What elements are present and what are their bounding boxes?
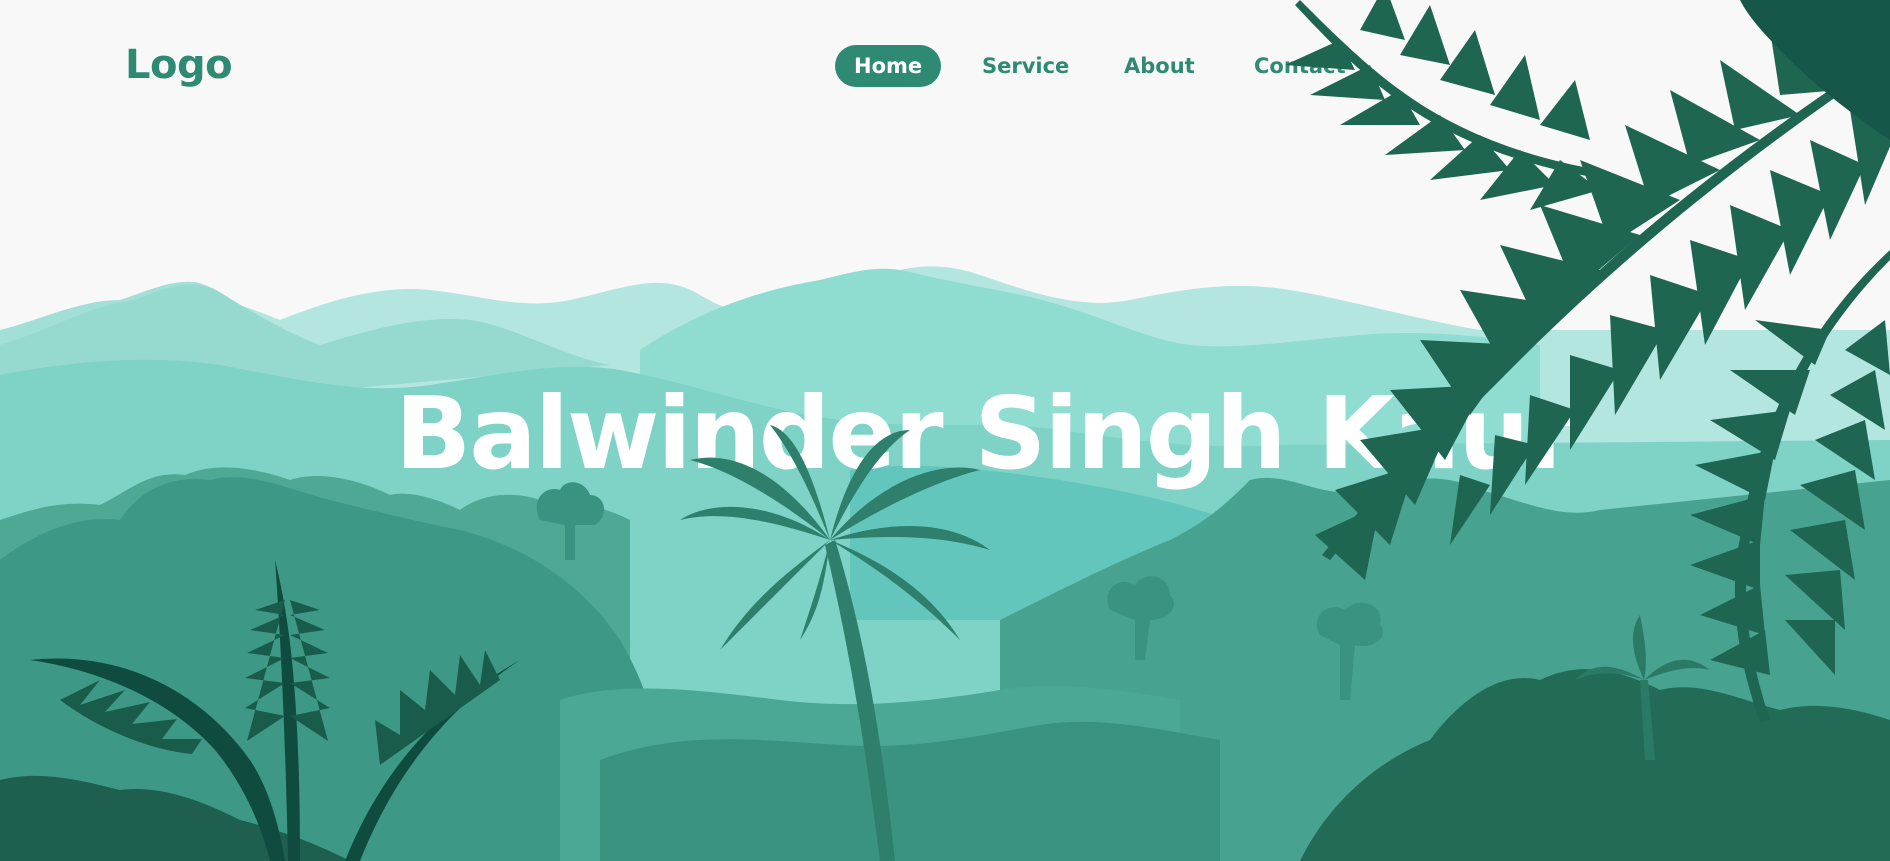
fern-frond-top-right: [1285, 0, 1890, 722]
page: Balwinder Singh Kaur Logo Home Service A…: [0, 0, 1890, 861]
